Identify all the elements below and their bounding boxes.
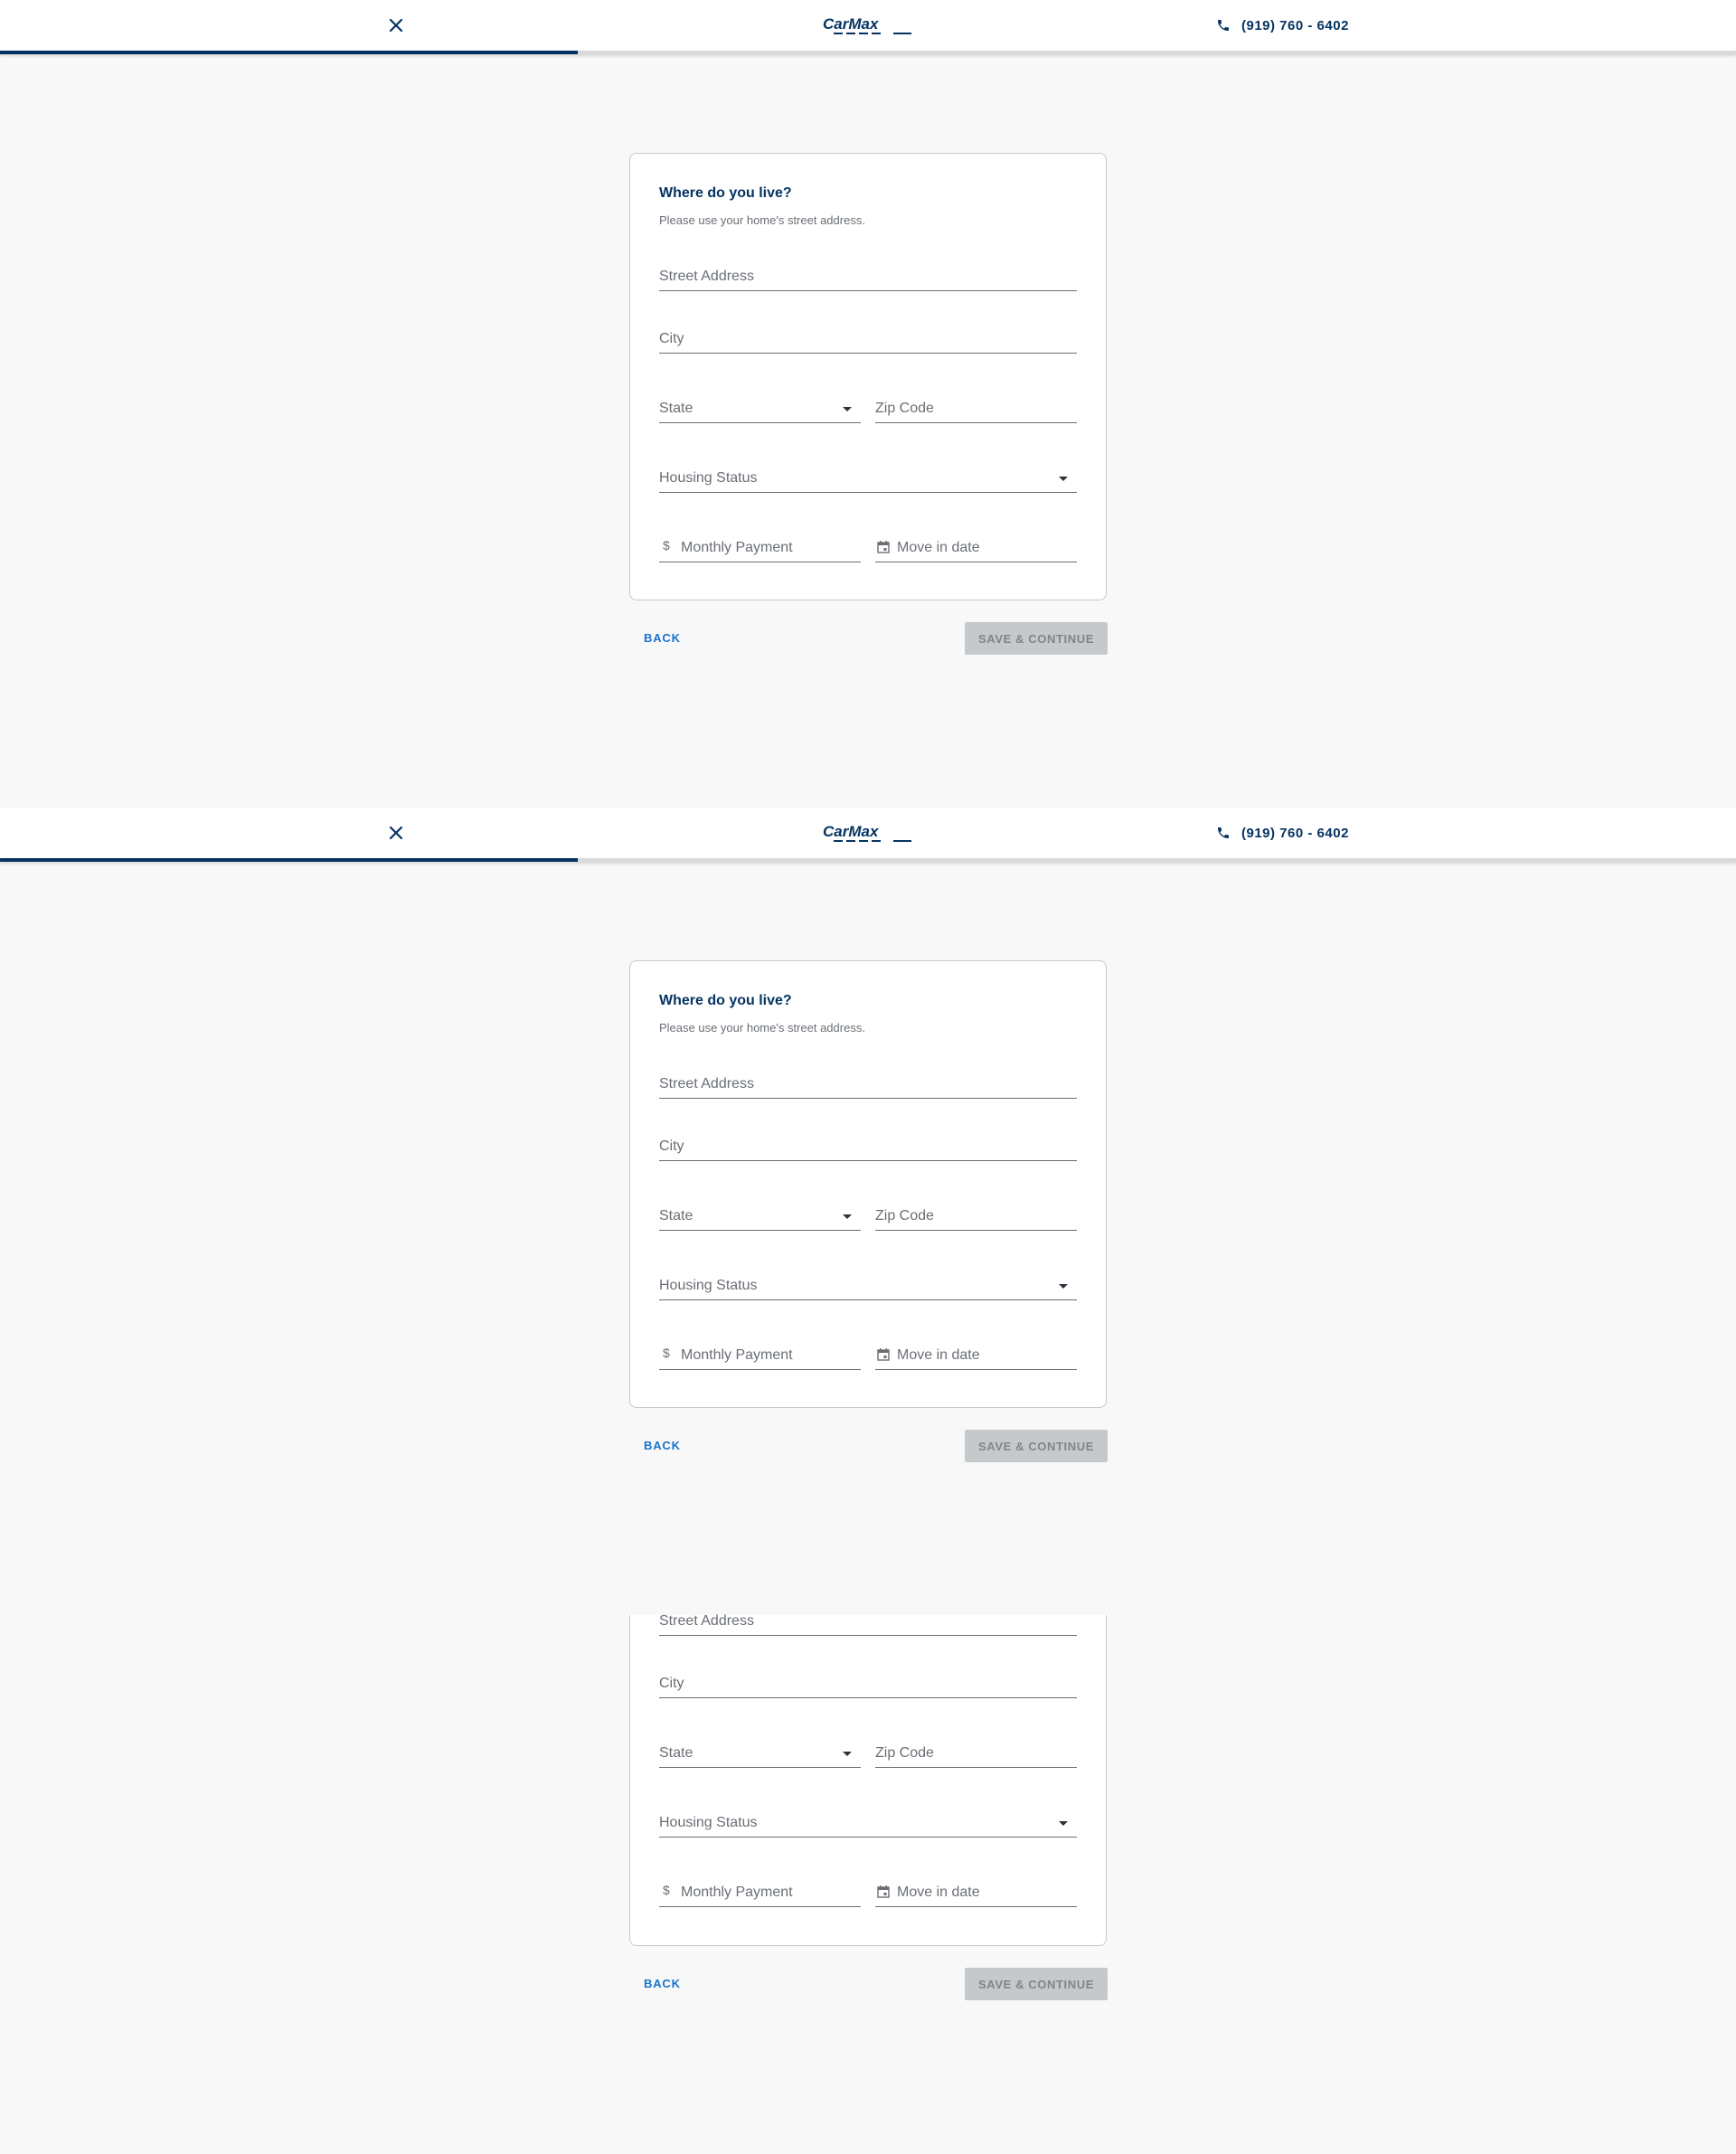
housing-status-placeholder: Housing Status [659, 1278, 758, 1293]
progress-bar [0, 51, 1736, 54]
housing-status-select[interactable]: Housing Status [659, 1805, 1077, 1838]
address-form-card: Street Address City State Zip Code Housi… [629, 1613, 1107, 1946]
move-in-date-input[interactable]: Move in date [875, 1875, 1077, 1907]
svg-text:CarMax: CarMax [823, 15, 880, 33]
close-button[interactable] [385, 14, 407, 36]
state-placeholder: State [659, 401, 693, 416]
back-button[interactable]: BACK [644, 631, 681, 645]
zip-code-placeholder: Zip Code [875, 1208, 934, 1223]
back-button[interactable]: BACK [644, 1439, 681, 1452]
move-in-date-placeholder: Move in date [897, 1885, 980, 1900]
dropdown-arrow-icon [1059, 1284, 1068, 1289]
dropdown-arrow-icon [843, 1214, 852, 1219]
city-input[interactable]: City [659, 1129, 1077, 1161]
street-address-input[interactable]: Street Address [659, 1603, 1077, 1636]
dollar-icon: $ [663, 1346, 670, 1360]
zip-code-placeholder: Zip Code [875, 1745, 934, 1761]
phone-icon [1218, 827, 1229, 838]
close-icon [389, 826, 403, 840]
dropdown-arrow-icon [1059, 477, 1068, 481]
zip-code-input[interactable]: Zip Code [875, 1735, 1077, 1768]
calendar-icon [877, 1885, 890, 1898]
zip-code-input[interactable]: Zip Code [875, 391, 1077, 423]
calendar-icon [877, 1348, 890, 1361]
dropdown-arrow-icon [843, 407, 852, 411]
dropdown-arrow-icon [1059, 1821, 1068, 1826]
street-address-input[interactable]: Street Address [659, 1066, 1077, 1099]
back-button[interactable]: BACK [644, 1977, 681, 1990]
monthly-payment-input[interactable]: $ Monthly Payment [659, 1875, 861, 1907]
housing-status-placeholder: Housing Status [659, 1815, 758, 1830]
phone-number: (919) 760 - 6402 [1241, 17, 1349, 33]
monthly-payment-placeholder: Monthly Payment [681, 1885, 793, 1900]
monthly-payment-input[interactable]: $ Monthly Payment [659, 1337, 861, 1370]
housing-status-select[interactable]: Housing Status [659, 1268, 1077, 1300]
street-address-placeholder: Street Address [659, 269, 754, 284]
progress-fill [0, 51, 579, 54]
dropdown-arrow-icon [843, 1752, 852, 1756]
street-address-input[interactable]: Street Address [659, 259, 1077, 291]
progress-bar [0, 858, 1736, 862]
state-select[interactable]: State [659, 391, 861, 423]
monthly-payment-input[interactable]: $ Monthly Payment [659, 530, 861, 562]
phone-link[interactable]: (919) 760 - 6402 [1216, 824, 1349, 842]
calendar-icon [877, 541, 890, 553]
zip-code-input[interactable]: Zip Code [875, 1198, 1077, 1231]
save-continue-button[interactable]: SAVE & CONTINUE [965, 1968, 1108, 2000]
city-placeholder: City [659, 1676, 684, 1691]
zip-code-placeholder: Zip Code [875, 401, 934, 416]
move-in-date-placeholder: Move in date [897, 540, 980, 555]
dollar-icon: $ [663, 1883, 670, 1897]
phone-link[interactable]: (919) 760 - 6402 [1216, 16, 1349, 34]
move-in-date-input[interactable]: Move in date [875, 1337, 1077, 1370]
housing-status-select[interactable]: Housing Status [659, 460, 1077, 493]
housing-status-placeholder: Housing Status [659, 470, 758, 486]
address-form-card: Where do you live? Please use your home'… [629, 960, 1107, 1408]
state-placeholder: State [659, 1745, 693, 1761]
phone-icon [1218, 20, 1229, 31]
form-title: Where do you live? [659, 185, 792, 201]
state-placeholder: State [659, 1208, 693, 1223]
city-input[interactable]: City [659, 321, 1077, 354]
close-icon [389, 18, 403, 33]
carmax-logo[interactable]: CarMax [823, 14, 913, 36]
top-bar: CarMax (919) 760 - 6402 [0, 0, 1736, 54]
move-in-date-input[interactable]: Move in date [875, 530, 1077, 562]
state-select[interactable]: State [659, 1735, 861, 1768]
close-button[interactable] [385, 822, 407, 844]
carmax-logo[interactable]: CarMax [823, 822, 913, 844]
city-placeholder: City [659, 331, 684, 346]
address-form-card: Where do you live? Please use your home'… [629, 153, 1107, 600]
monthly-payment-placeholder: Monthly Payment [681, 1347, 793, 1363]
svg-text:CarMax: CarMax [823, 823, 880, 840]
phone-number: (919) 760 - 6402 [1241, 825, 1349, 841]
city-input[interactable]: City [659, 1666, 1077, 1698]
form-subtitle: Please use your home's street address. [659, 1021, 865, 1034]
city-placeholder: City [659, 1138, 684, 1154]
form-title: Where do you live? [659, 993, 792, 1008]
street-address-placeholder: Street Address [659, 1613, 754, 1629]
save-continue-button[interactable]: SAVE & CONTINUE [965, 1430, 1108, 1462]
street-address-placeholder: Street Address [659, 1076, 754, 1091]
progress-fill [0, 858, 579, 862]
move-in-date-placeholder: Move in date [897, 1347, 980, 1363]
top-bar: CarMax (919) 760 - 6402 [0, 808, 1736, 862]
dollar-icon: $ [663, 538, 670, 553]
form-subtitle: Please use your home's street address. [659, 213, 865, 227]
state-select[interactable]: State [659, 1198, 861, 1231]
save-continue-button[interactable]: SAVE & CONTINUE [965, 622, 1108, 655]
monthly-payment-placeholder: Monthly Payment [681, 540, 793, 555]
